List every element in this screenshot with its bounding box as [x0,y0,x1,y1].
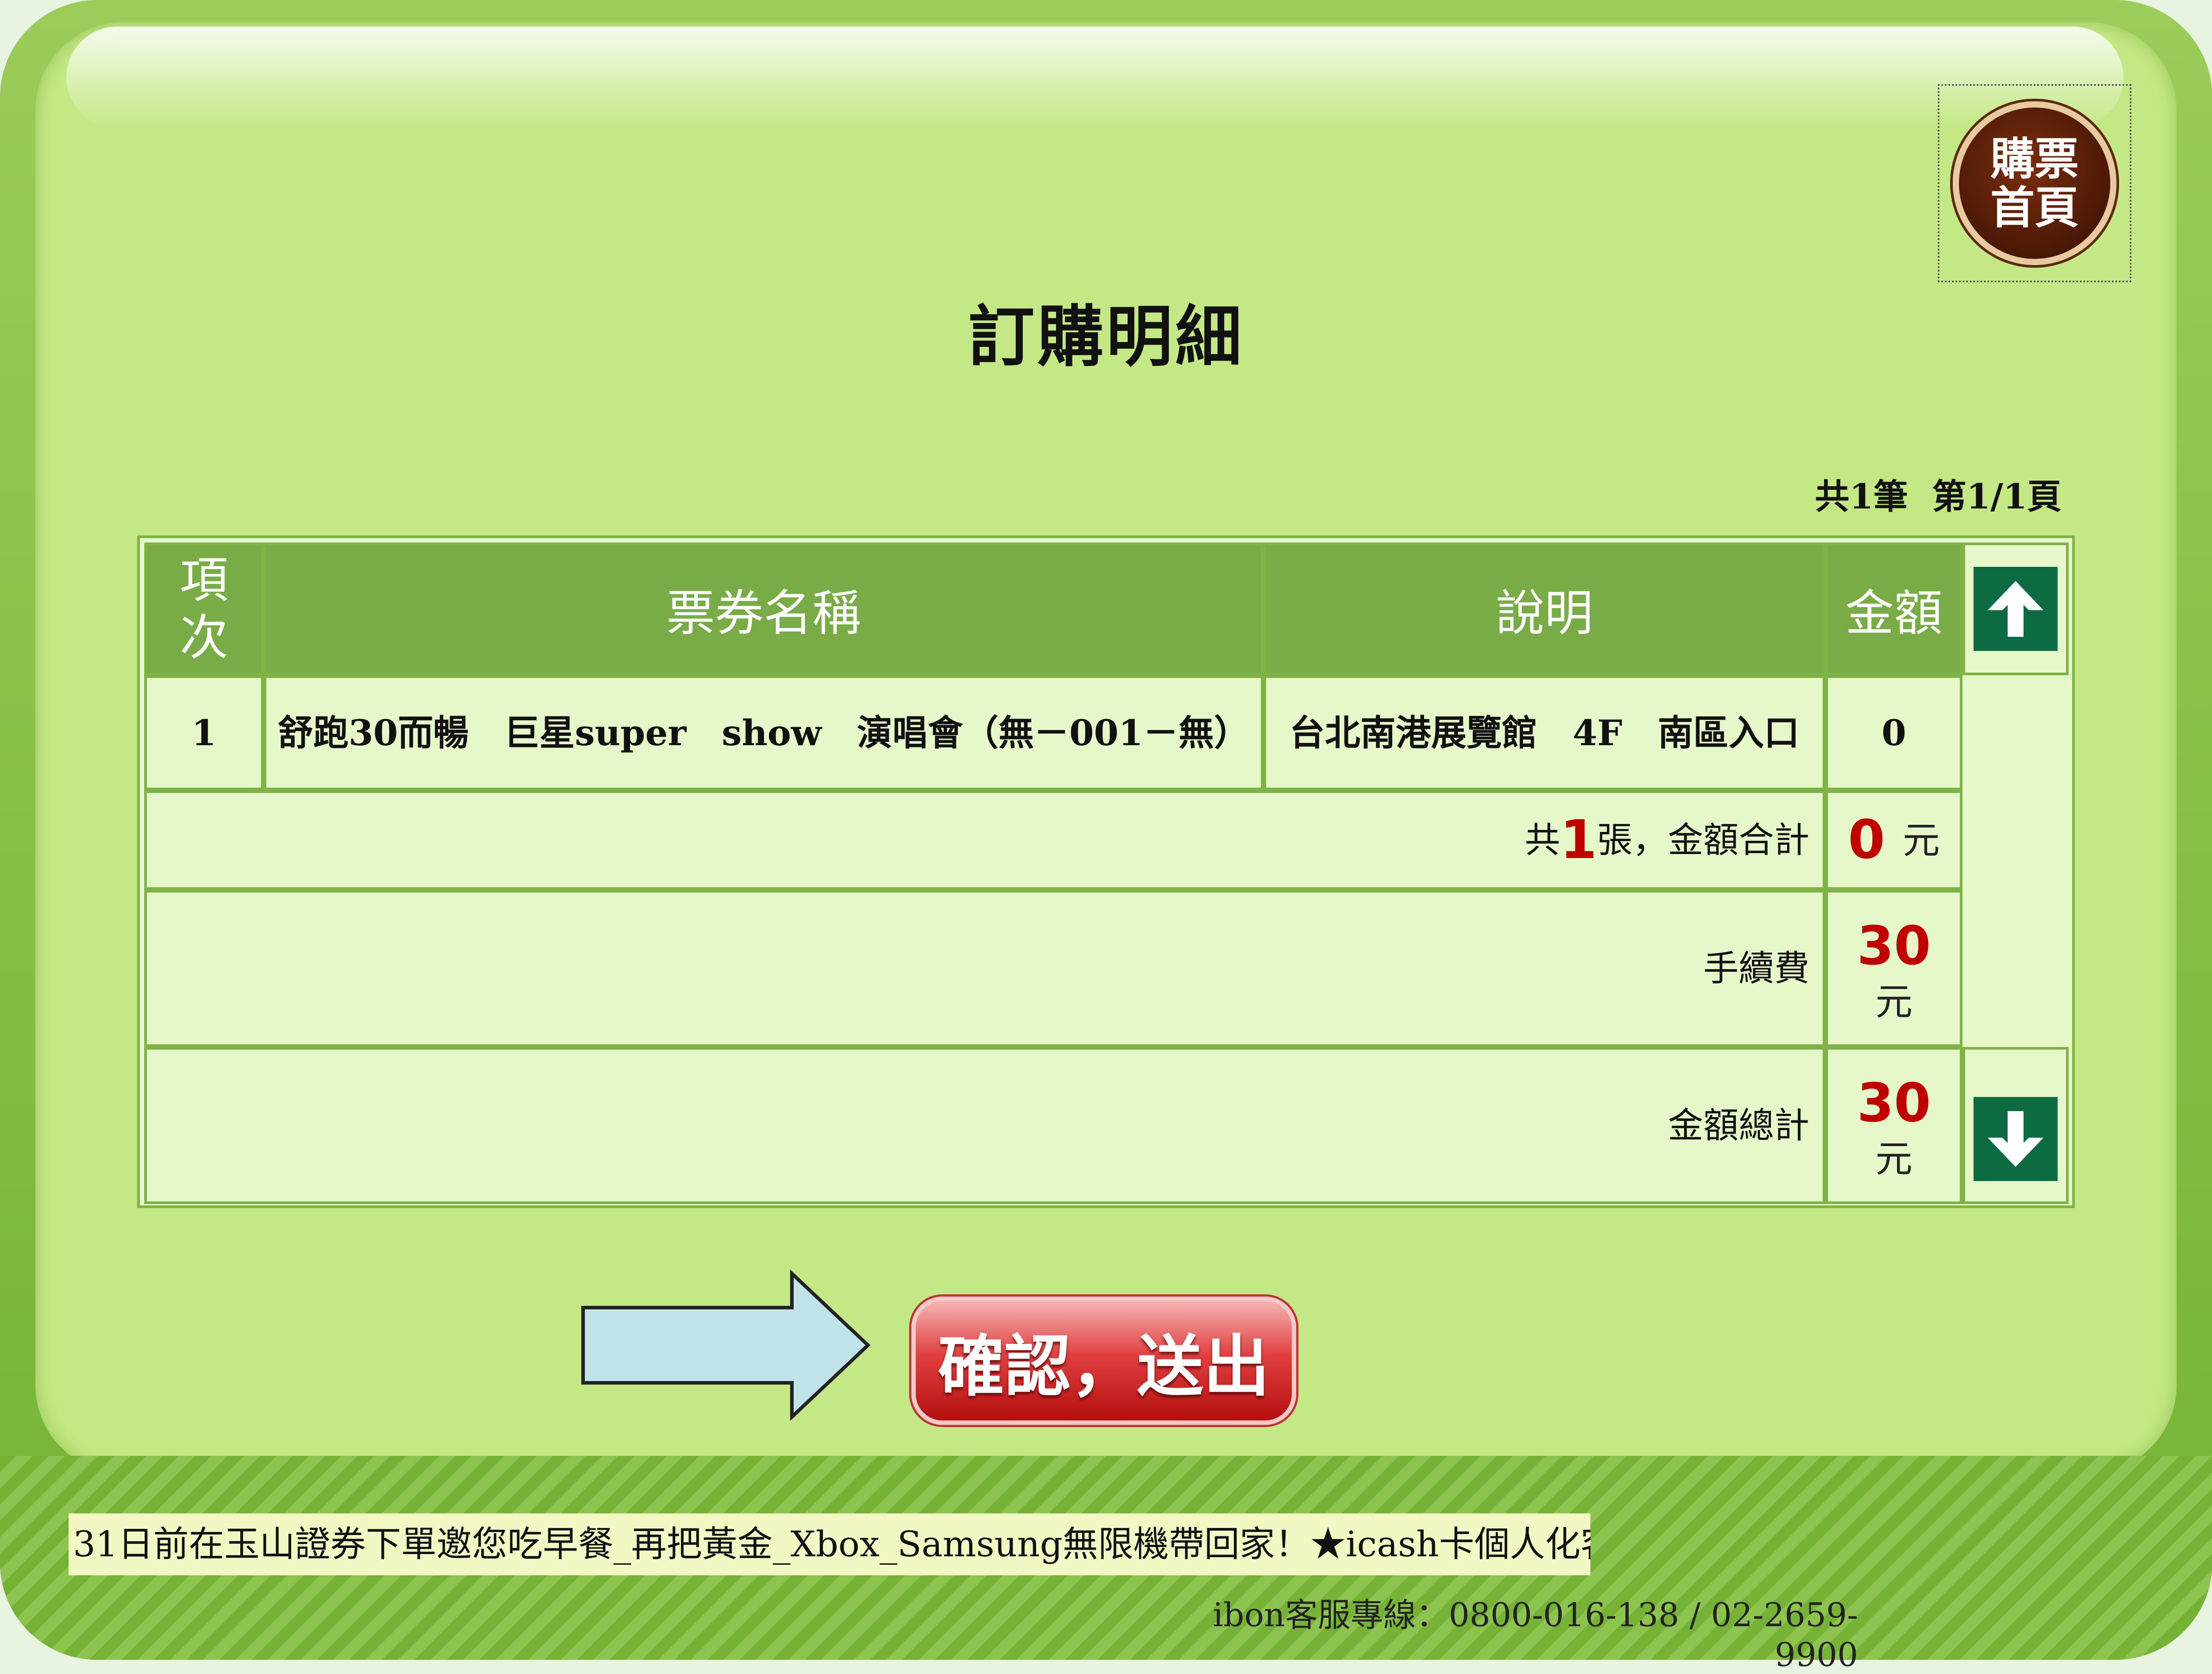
scroll-up-button[interactable] [1974,567,2058,651]
header-ticket-name: 票券名稱 [264,543,1263,675]
subtotal-amount-cell: 0 元 [1825,790,1962,890]
news-ticker[interactable]: 31日前在玉山證券下單邀您吃早餐_再把黃金_Xbox_Samsung無限機帶回家… [69,1513,1590,1575]
total-amount-cell: 30 元 [1825,1047,1962,1204]
home-label-line1: 購票 [1990,133,2079,185]
panel-gloss [66,27,2124,128]
subtotal-suffix: 張，金額合計 [1597,819,1809,861]
fee-value: 30 [1857,915,1931,977]
total-value: 30 [1857,1072,1931,1134]
row1-ticket-name: 舒跑30而暢 巨星super show 演唱會（無－001－無） [264,675,1263,790]
total-label: 金額總計 [144,1047,1825,1204]
scroll-down-cell [1962,1047,2069,1204]
header-amount: 金額 [1825,543,1962,675]
down-arrow-icon [1988,1111,2043,1167]
page-info: 共1筆 第1/1頁 [1815,477,2062,517]
fee-label: 手續費 [144,890,1825,1047]
up-arrow-icon [1988,581,2043,637]
subtotal-label: 共 1 張，金額合計 [144,790,1825,890]
ticket-home-button[interactable]: 購票 首頁 [1938,84,2131,282]
page-title: 訂購明細 [968,298,1244,376]
home-label-line2: 首頁 [1990,181,2079,234]
subtotal-value: 0 [1848,809,1885,871]
fee-amount-cell: 30 元 [1825,890,1962,1047]
row1-item: 1 [144,675,264,790]
header-item: 項 次 [144,543,264,675]
scroll-up-cell [1962,543,2069,675]
subtotal-unit: 元 [1902,818,1940,862]
right-pointer-arrow-icon [581,1270,871,1420]
subtotal-prefix: 共 [1525,819,1560,861]
header-description: 說明 [1263,543,1825,675]
confirm-submit-button[interactable]: 確認，送出 [911,1297,1296,1425]
ticket-home-icon: 購票 首頁 [1953,101,2116,265]
scroll-down-button[interactable] [1974,1097,2058,1181]
total-unit: 元 [1875,1137,1912,1181]
fee-unit: 元 [1875,980,1912,1024]
row1-amount: 0 [1825,675,1962,790]
subtotal-count: 1 [1560,809,1598,871]
service-hotline: ibon客服專線：0800-016-138 / 02-2659-9900 [1213,1596,1858,1674]
row1-description: 台北南港展覽館 4F 南區入口 [1263,675,1825,790]
order-table: 項 次 票券名稱 說明 金額 1 舒跑30而暢 巨星super show 演唱會… [137,535,2075,1208]
